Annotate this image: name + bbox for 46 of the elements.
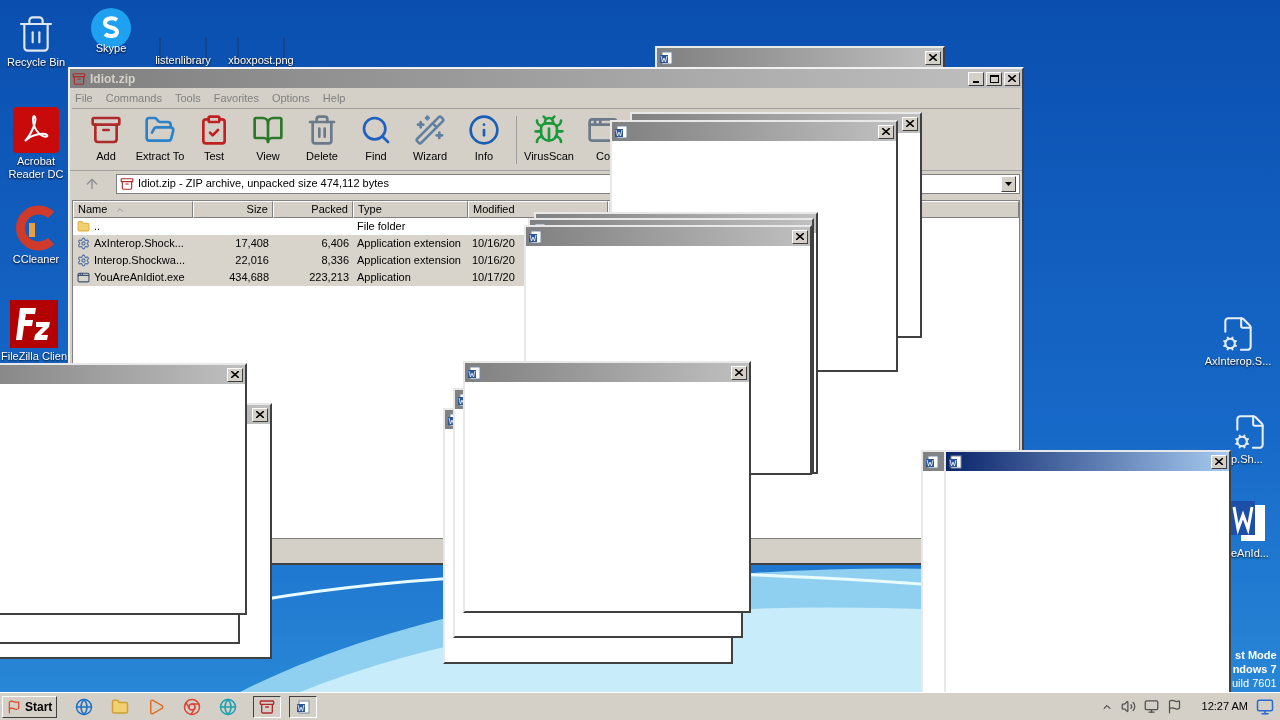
column-header[interactable]: Type (353, 201, 468, 218)
table-cell-text: File folder (357, 219, 406, 235)
table-cell-text: AxInterop.Shock... (94, 236, 184, 252)
column-header[interactable]: Packed (273, 201, 353, 218)
column-header[interactable]: Size (193, 201, 273, 218)
table-cell-text: 22,016 (235, 253, 269, 269)
window-title: Idiot.zip (90, 70, 136, 88)
table-cell-text: Application extension (357, 253, 461, 269)
toolbar-button[interactable]: Find (350, 114, 402, 165)
clock[interactable]: 12:27 AM (1201, 698, 1248, 715)
table-cell-text: .. (94, 219, 101, 235)
table-cell-text: 10/16/20 (472, 253, 515, 269)
toolbar-button[interactable]: Wizard (404, 114, 456, 165)
icon-label: listenlibrary (155, 54, 211, 67)
table-cell-text: Application (357, 270, 411, 286)
icon-label: FileZilla Clien (1, 350, 67, 363)
table-cell-text: YouAreAnIdiot.exe (94, 270, 185, 286)
table-cell-text: 6,406 (321, 236, 349, 252)
notice-text: uild 7601 (1232, 676, 1277, 690)
toolbar-button[interactable]: Add (80, 114, 132, 165)
icon-label: AxInterop.S... (1204, 355, 1272, 368)
table-cell-text: 17,408 (235, 236, 269, 252)
table-cell-text: 223,213 (309, 270, 349, 286)
icon-label: xboxpost.png (228, 54, 294, 67)
table-cell-text: 10/16/20 (472, 236, 515, 252)
table-cell-text: Application extension (357, 236, 461, 252)
notice-text: ndows 7 (1232, 662, 1277, 676)
toolbar-button[interactable]: Info (458, 114, 510, 165)
column-header[interactable]: Name (73, 201, 193, 218)
icon-label: Skype (95, 42, 127, 55)
start-button[interactable]: Start (2, 695, 58, 718)
table-cell-text: 10/17/20 (472, 270, 515, 286)
notice-text: st Mode (1235, 648, 1277, 662)
icon-label: p.Sh... (1231, 453, 1263, 466)
icon-label: eAnId... (1231, 547, 1269, 560)
toolbar-button[interactable]: Test (188, 114, 240, 165)
table-cell-text: 434,688 (229, 270, 269, 286)
icon-label: Recycle Bin (6, 56, 66, 69)
toolbar-button[interactable]: Delete (296, 114, 348, 165)
table-cell-text: 8,336 (321, 253, 349, 269)
icon-label: Acrobat Reader DC (7, 155, 65, 181)
toolbar-button[interactable]: VirusScan (523, 114, 575, 165)
toolbar-button[interactable]: View (242, 114, 294, 165)
icon-label: CCleaner (12, 253, 60, 266)
toolbar-button[interactable]: Extract To (134, 114, 186, 165)
table-cell-text: Interop.Shockwa... (94, 253, 186, 269)
